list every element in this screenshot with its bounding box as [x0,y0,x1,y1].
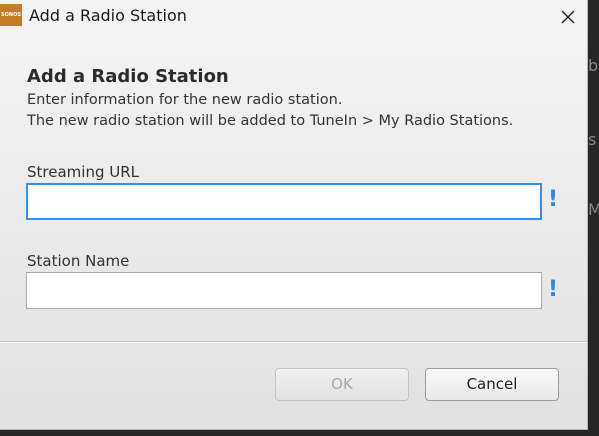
window-title: Add a Radio Station [29,6,187,25]
background-text: s [588,130,597,149]
station-name-input[interactable] [26,272,542,309]
dialog-heading: Add a Radio Station [27,66,229,87]
close-icon [561,10,575,23]
streaming-url-input[interactable] [26,183,542,220]
close-button[interactable] [549,0,587,33]
ok-button[interactable]: OK [275,368,409,401]
title-bar[interactable]: SONOS Add a Radio Station [0,0,587,33]
sonos-app-icon: SONOS [0,4,22,26]
footer-divider-highlight [0,342,587,343]
required-indicator-icon: ! [548,187,559,212]
streaming-url-label: Streaming URL [27,163,139,181]
required-indicator-icon: ! [548,277,559,302]
description-line-2: The new radio station will be added to T… [27,113,514,129]
add-radio-station-dialog: SONOS Add a Radio Station Add a Radio St… [0,0,588,430]
background-text: M [588,200,599,219]
description-line-1: Enter information for the new radio stat… [27,92,343,108]
station-name-label: Station Name [27,252,130,270]
cancel-button[interactable]: Cancel [425,368,559,401]
background-text: b [588,56,599,75]
